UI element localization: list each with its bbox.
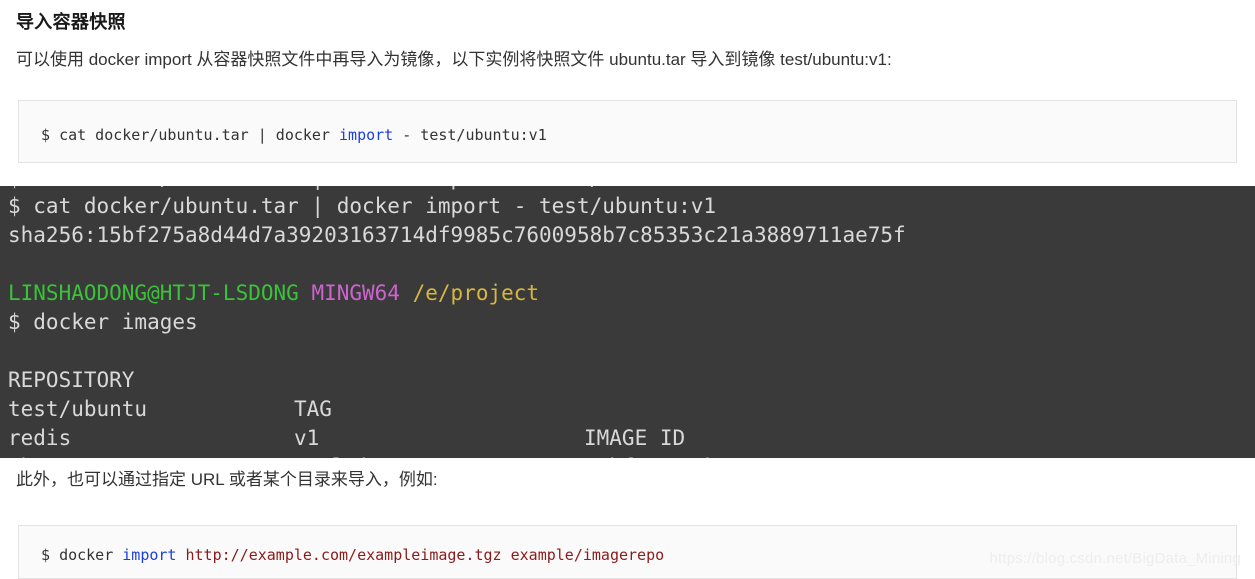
table-row-cut-off: mysql latest 8e8b1d2d8b1d 10 days ago 45… bbox=[0, 453, 1255, 458]
shell-prompt: $ bbox=[41, 546, 60, 564]
terminal-images-command: $ docker images bbox=[8, 310, 198, 334]
terminal-command-line: $ cat docker/ubuntu.tar | docker import … bbox=[8, 194, 717, 218]
shell-prompt: $ bbox=[41, 126, 60, 144]
terminal-digest-line: sha256:15bf275a8d44d7a39203163714df9985c… bbox=[8, 223, 906, 247]
prompt-shell: MINGW64 bbox=[311, 281, 400, 305]
code-argument: http://example.com/exampleimage.tgz exam… bbox=[185, 546, 665, 564]
code-block-import-tar[interactable]: $ cat docker/ubuntu.tar | docker import … bbox=[18, 100, 1237, 163]
code-text: docker bbox=[59, 546, 123, 564]
article-page: 导入容器快照 可以使用 docker import 从容器快照文件中再导入为镜像… bbox=[0, 0, 1255, 579]
terminal-screenshot: $ cat docker/ubuntu.tar | docker import … bbox=[0, 186, 1255, 458]
code-keyword: import bbox=[122, 546, 177, 564]
terminal-prompt-line: LINSHAODONG@HTJT-LSDONG MINGW64 /e/proje… bbox=[8, 279, 539, 308]
code-keyword: import bbox=[339, 126, 394, 144]
prompt-path: /e/project bbox=[412, 281, 540, 305]
secondary-paragraph: 此外，也可以通过指定 URL 或者某个目录来导入，例如: bbox=[16, 470, 438, 489]
code-text: cat docker/ubuntu.tar | docker bbox=[59, 126, 340, 144]
code-line: $ cat docker/ubuntu.tar | docker import … bbox=[19, 101, 1236, 144]
intro-paragraph: 可以使用 docker import 从容器快照文件中再导入为镜像，以下实例将快… bbox=[16, 50, 892, 69]
prompt-user-host: LINSHAODONG@HTJT-LSDONG bbox=[8, 281, 299, 305]
page-title: 导入容器快照 bbox=[16, 12, 126, 32]
code-text-tail: - test/ubuntu:v1 bbox=[393, 126, 547, 144]
site-watermark: https://blog.csdn.net/BigData_Mining bbox=[989, 550, 1241, 567]
